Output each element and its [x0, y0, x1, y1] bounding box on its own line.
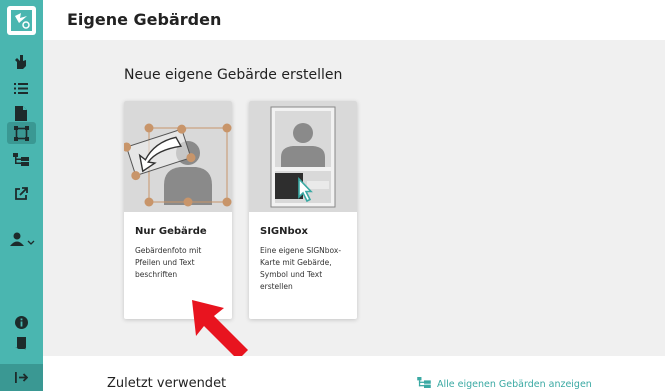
section-title: Neue eigene Gebärde erstellen: [124, 67, 343, 83]
show-all-link[interactable]: Alle eigenen Gebärden anzeigen: [417, 377, 592, 391]
hierarchy-icon[interactable]: [11, 150, 31, 168]
document-icon[interactable]: [11, 104, 31, 122]
user-menu[interactable]: [10, 232, 36, 248]
page-title: Eigene Gebärden: [67, 10, 222, 29]
card-signbox[interactable]: SIGNbox Eine eigene SIGNbox-Karte mit Ge…: [249, 101, 357, 319]
card-nur-gebaerde[interactable]: Nur Gebärde Gebärdenfoto mit Pfeilen und…: [124, 101, 232, 319]
sidebar: [0, 0, 43, 391]
card-image-sign-with-arrows: [124, 101, 232, 212]
card-image-signbox: [249, 101, 357, 212]
list-icon[interactable]: [11, 79, 31, 97]
header-bar: Eigene Gebärden: [43, 0, 665, 40]
recent-title: Zuletzt verwendet: [107, 376, 227, 391]
crop-frame-icon[interactable]: [7, 122, 36, 144]
app-logo-icon[interactable]: [7, 6, 36, 35]
scroll-icon[interactable]: [11, 334, 31, 352]
info-icon[interactable]: [11, 313, 31, 331]
card-title: Nur Gebärde: [135, 226, 207, 237]
recent-section-header: Zuletzt verwendet Alle eigenen Gebärden …: [43, 356, 665, 391]
hand-icon[interactable]: [11, 53, 31, 71]
show-all-label: Alle eigenen Gebärden anzeigen: [437, 378, 592, 390]
hierarchy-icon: [417, 377, 431, 391]
card-description: Gebärdenfoto mit Pfeilen und Text beschr…: [135, 246, 202, 279]
expand-sidebar-button[interactable]: [0, 364, 43, 391]
card-description: Eine eigene SIGNbox-Karte mit Gebärde, S…: [260, 246, 342, 291]
expand-sidebar-icon: [15, 368, 29, 387]
card-title: SIGNbox: [260, 226, 308, 237]
user-icon: [10, 231, 24, 250]
external-link-icon[interactable]: [11, 185, 31, 203]
chevron-down-icon: [27, 231, 35, 250]
